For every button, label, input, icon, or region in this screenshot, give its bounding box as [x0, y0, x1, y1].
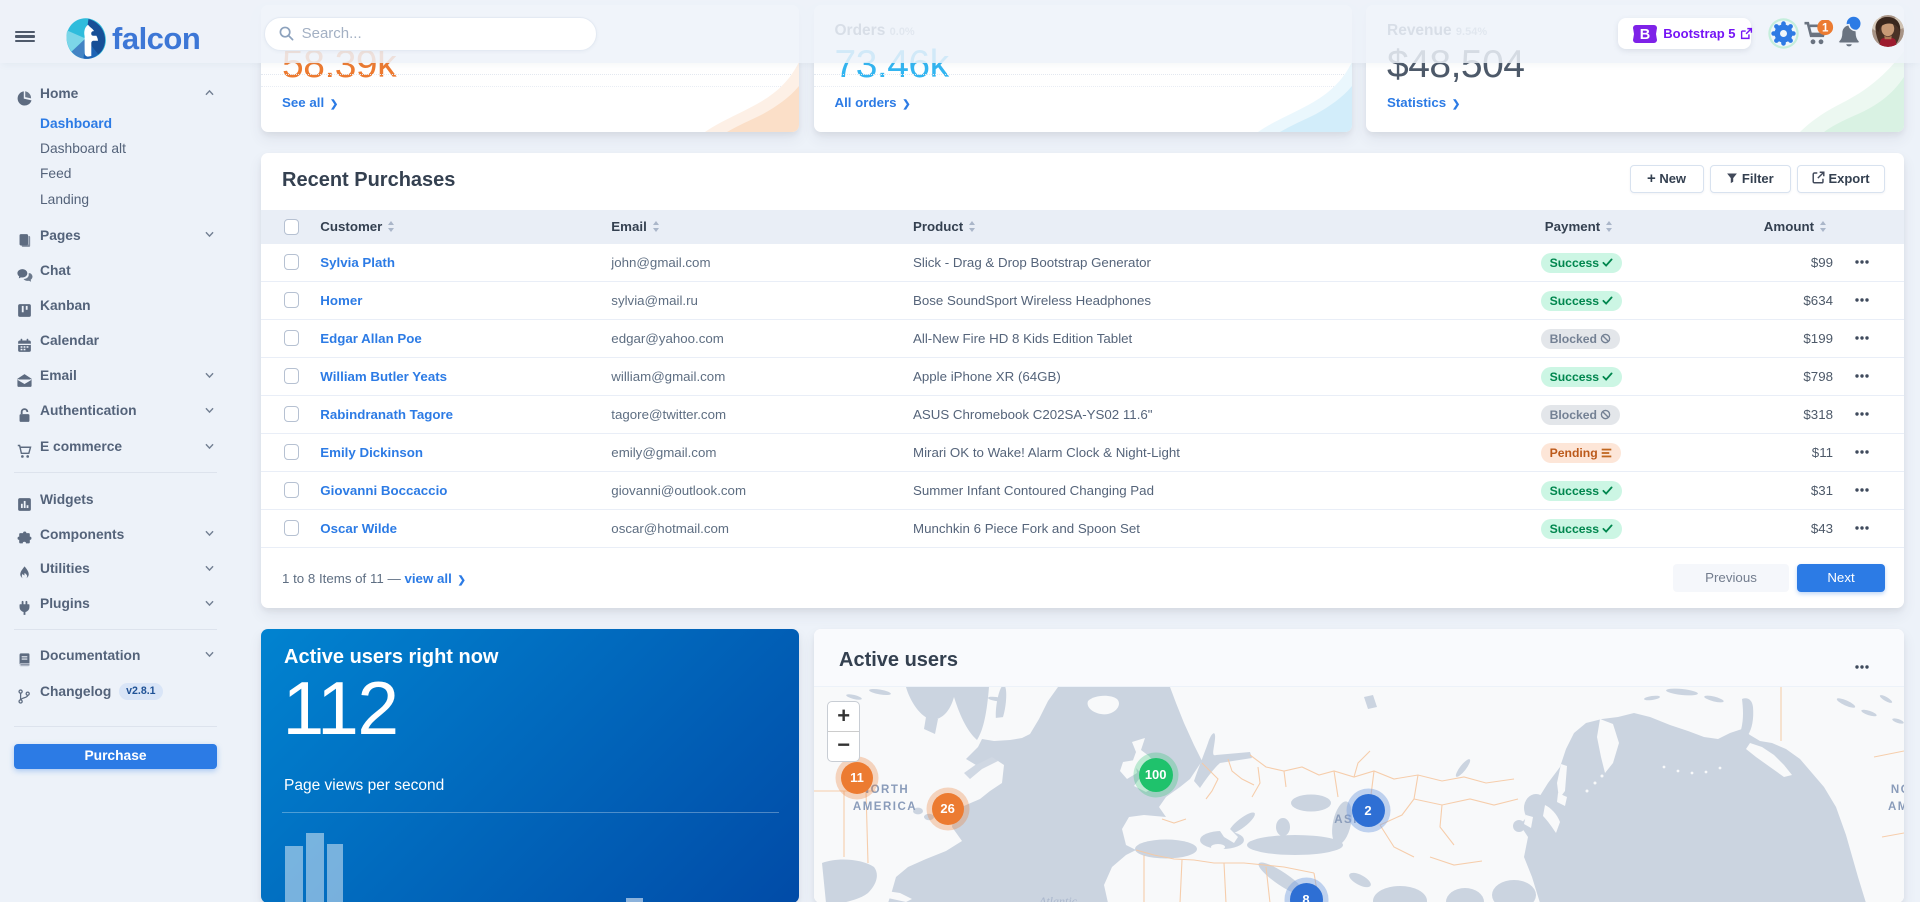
svg-text:NO: NO: [1891, 784, 1904, 796]
svg-text:Atlantic: Atlantic: [1038, 894, 1078, 902]
svg-text:AME: AME: [1888, 801, 1904, 813]
svg-text:B: B: [1640, 27, 1650, 43]
svg-text:1: 1: [1822, 22, 1829, 34]
svg-text:AMERICA: AMERICA: [853, 801, 917, 813]
